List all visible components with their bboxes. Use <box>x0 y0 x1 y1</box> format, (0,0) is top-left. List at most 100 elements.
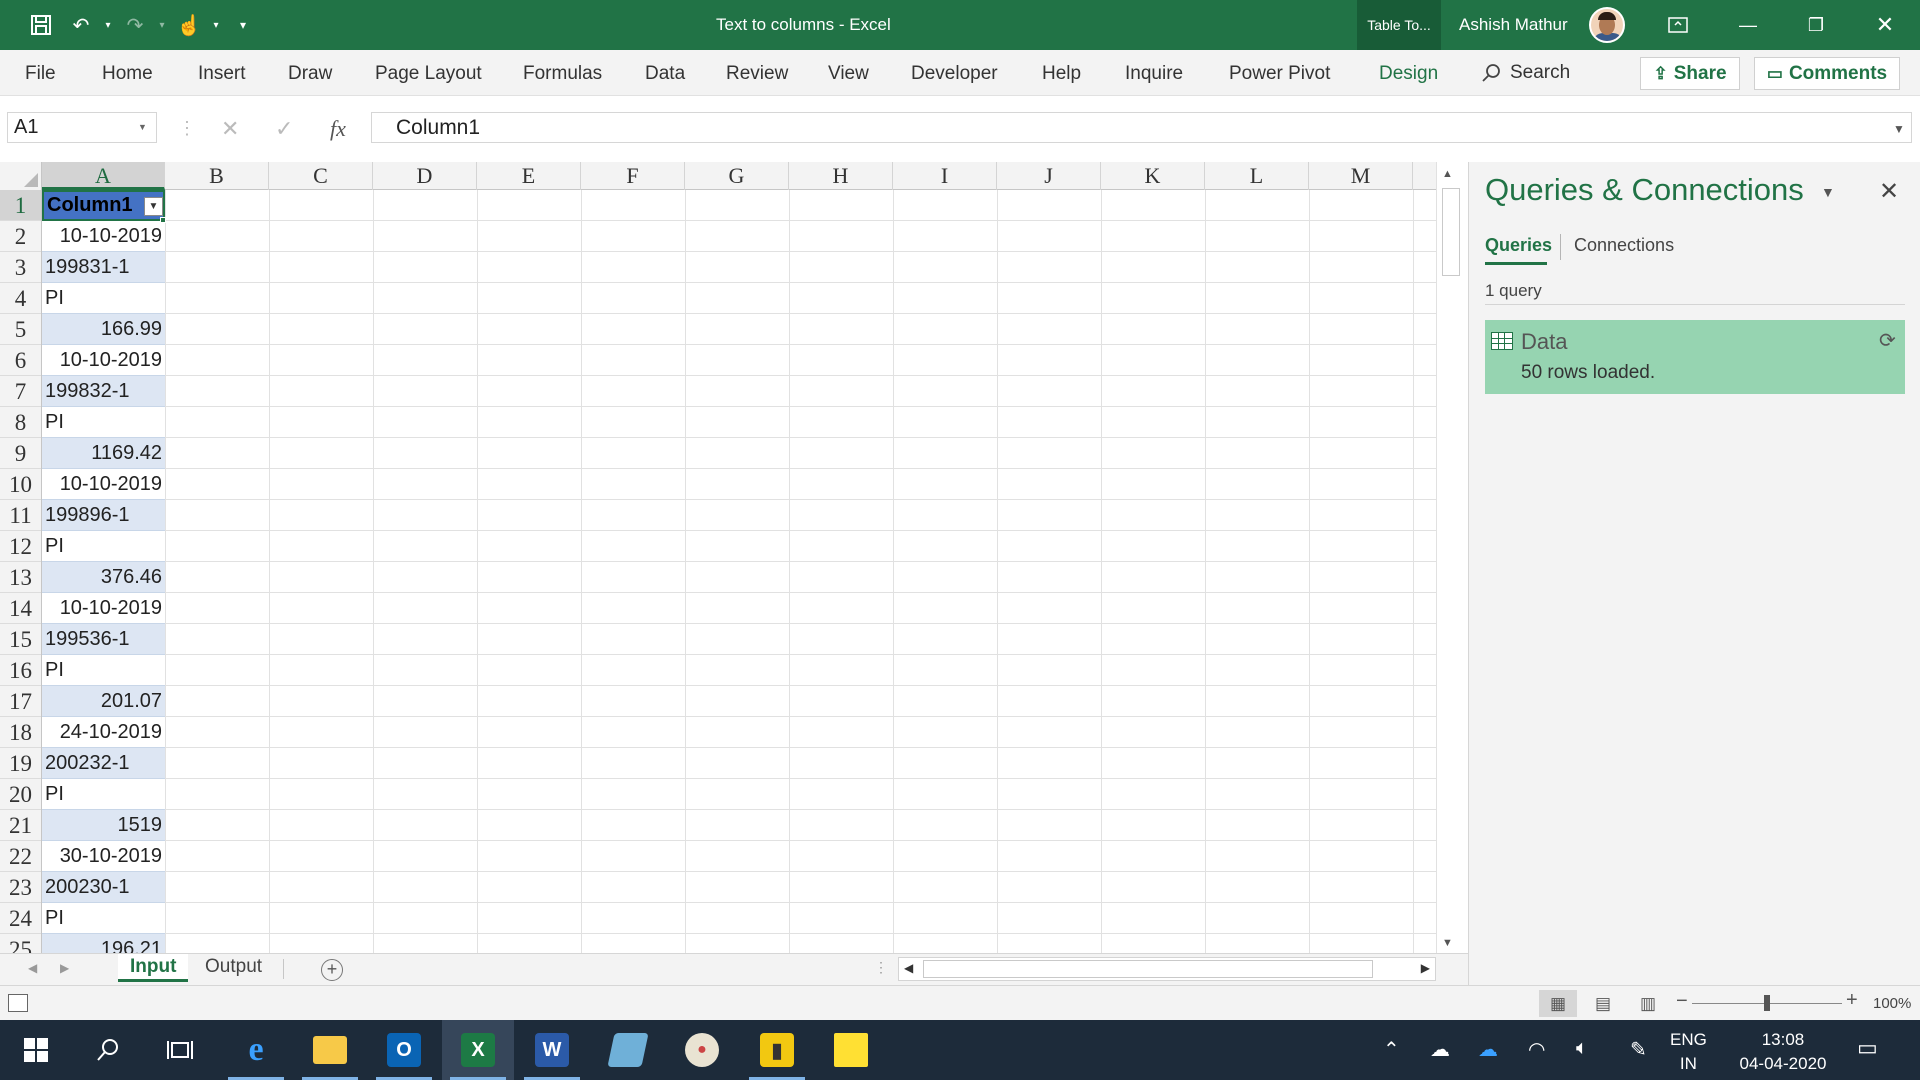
pane-options-icon[interactable]: ▼ <box>1821 184 1835 200</box>
tab-insert[interactable]: Insert <box>198 63 246 85</box>
table-cell[interactable]: 166.99 <box>42 314 165 345</box>
sticky-notes-icon[interactable] <box>815 1020 887 1080</box>
clock[interactable]: 13:08 04-04-2020 <box>1733 1028 1833 1076</box>
tab-home[interactable]: Home <box>102 63 153 85</box>
tab-power-pivot[interactable]: Power Pivot <box>1229 63 1330 85</box>
page-break-preview-icon[interactable]: ▥ <box>1629 990 1667 1017</box>
row-header[interactable]: 10 <box>0 469 41 500</box>
vertical-scroll-thumb[interactable] <box>1442 188 1460 276</box>
comments-button[interactable]: ▭ Comments <box>1754 57 1900 90</box>
add-sheet-icon[interactable]: + <box>321 959 343 981</box>
sheet-tab-input[interactable]: Input <box>118 954 189 982</box>
table-header-cell[interactable]: Column1 ▼ <box>42 190 165 221</box>
show-hidden-icons-icon[interactable]: ⌃ <box>1383 1037 1400 1062</box>
row-header[interactable]: 1 <box>0 190 41 221</box>
scroll-up-icon[interactable]: ▲ <box>1442 168 1453 180</box>
table-cell[interactable]: PI <box>42 903 165 934</box>
paint-icon[interactable]: ● <box>666 1020 738 1080</box>
column-header-j[interactable]: J <box>997 162 1101 190</box>
row-header[interactable]: 22 <box>0 841 41 872</box>
table-cell[interactable]: 1519 <box>42 810 165 841</box>
row-header[interactable]: 21 <box>0 810 41 841</box>
worksheet-grid[interactable]: A B C D E F G H I J K L M 1 2 3 4 5 6 7 8 9 10 11 1… <box>0 162 1436 953</box>
row-header[interactable]: 16 <box>0 655 41 686</box>
sheet-tab-output[interactable]: Output <box>193 954 274 982</box>
zoom-level[interactable]: 100% <box>1873 995 1911 1012</box>
page-layout-view-icon[interactable]: ▤ <box>1584 990 1622 1017</box>
power-bi-icon[interactable]: ▮ <box>741 1020 813 1080</box>
row-header[interactable]: 11 <box>0 500 41 531</box>
query-item-data[interactable]: Data 50 rows loaded. ⟳ <box>1485 320 1905 394</box>
table-cell[interactable]: PI <box>42 531 165 562</box>
row-header[interactable]: 3 <box>0 252 41 283</box>
minimize-icon[interactable]: — <box>1713 0 1783 50</box>
restore-icon[interactable]: ❐ <box>1781 0 1851 50</box>
row-header[interactable]: 20 <box>0 779 41 810</box>
tab-file[interactable]: File <box>25 63 56 85</box>
row-header[interactable]: 7 <box>0 376 41 407</box>
expand-formula-bar-icon[interactable]: ▼ <box>1893 122 1905 136</box>
table-cell[interactable]: 24-10-2019 <box>42 717 165 748</box>
close-icon[interactable]: ✕ <box>1850 0 1920 50</box>
table-cell[interactable]: 1169.42 <box>42 438 165 469</box>
edge-icon[interactable]: e <box>220 1020 292 1080</box>
table-cell[interactable]: 10-10-2019 <box>42 469 165 500</box>
table-cell[interactable]: 200230-1 <box>42 872 165 903</box>
notepad-icon[interactable] <box>592 1020 664 1080</box>
tab-split-handle-icon[interactable]: ⋮ <box>874 959 888 976</box>
touch-mode-icon[interactable]: ☝ <box>170 0 208 50</box>
outlook-icon[interactable]: O <box>368 1020 440 1080</box>
redo-dropdown-icon[interactable]: ▾ <box>154 0 170 50</box>
user-name[interactable]: Ashish Mathur <box>1459 15 1568 35</box>
tab-queries[interactable]: Queries <box>1485 235 1552 256</box>
cancel-icon[interactable]: ✕ <box>221 116 239 142</box>
insert-function-icon[interactable]: fx <box>330 116 346 142</box>
tab-data[interactable]: Data <box>645 63 685 85</box>
row-header[interactable]: 19 <box>0 748 41 779</box>
row-header[interactable]: 24 <box>0 903 41 934</box>
column-header-k[interactable]: K <box>1101 162 1205 190</box>
fill-handle[interactable] <box>160 217 166 223</box>
row-header[interactable]: 15 <box>0 624 41 655</box>
vertical-scrollbar[interactable]: ▲ ▼ <box>1436 162 1464 953</box>
zoom-out-icon[interactable]: − <box>1676 990 1688 1013</box>
row-header[interactable]: 9 <box>0 438 41 469</box>
tab-connections[interactable]: Connections <box>1574 235 1674 256</box>
tab-review[interactable]: Review <box>726 63 788 85</box>
close-pane-icon[interactable]: ✕ <box>1879 177 1899 206</box>
touch-mode-dropdown-icon[interactable]: ▾ <box>208 0 224 50</box>
table-cell[interactable]: 10-10-2019 <box>42 593 165 624</box>
normal-view-icon[interactable]: ▦ <box>1539 990 1577 1017</box>
avatar[interactable] <box>1589 7 1625 43</box>
search-taskbar-button[interactable] <box>72 1020 144 1080</box>
action-center-icon[interactable]: ▭ <box>1857 1035 1878 1061</box>
table-cell[interactable]: PI <box>42 655 165 686</box>
table-cell[interactable]: PI <box>42 779 165 810</box>
row-header[interactable]: 25 <box>0 934 41 953</box>
ribbon-display-options-icon[interactable] <box>1643 0 1713 50</box>
file-explorer-icon[interactable] <box>294 1020 366 1080</box>
row-header[interactable]: 13 <box>0 562 41 593</box>
row-header[interactable]: 5 <box>0 314 41 345</box>
next-sheet-icon[interactable]: ▶ <box>60 961 69 975</box>
row-header[interactable]: 4 <box>0 283 41 314</box>
zoom-slider-thumb[interactable] <box>1764 995 1770 1011</box>
column-header-e[interactable]: E <box>477 162 581 190</box>
column-header-l[interactable]: L <box>1205 162 1309 190</box>
table-cell[interactable]: 199832-1 <box>42 376 165 407</box>
tab-page-layout[interactable]: Page Layout <box>375 63 482 85</box>
row-header[interactable]: 14 <box>0 593 41 624</box>
table-cell[interactable]: 30-10-2019 <box>42 841 165 872</box>
onedrive-personal-icon[interactable]: ☁ <box>1430 1037 1450 1062</box>
column-header-c[interactable]: C <box>269 162 373 190</box>
row-header[interactable]: 17 <box>0 686 41 717</box>
formula-input[interactable]: Column1 <box>371 112 1912 143</box>
row-header[interactable]: 12 <box>0 531 41 562</box>
table-cell[interactable]: PI <box>42 407 165 438</box>
horizontal-scrollbar[interactable]: ◀ ▶ <box>898 957 1436 981</box>
table-cell[interactable]: 199536-1 <box>42 624 165 655</box>
save-icon[interactable] <box>20 0 62 50</box>
table-cell[interactable]: 199831-1 <box>42 252 165 283</box>
column-header-n[interactable] <box>1413 162 1436 190</box>
zoom-in-icon[interactable]: + <box>1846 989 1858 1012</box>
